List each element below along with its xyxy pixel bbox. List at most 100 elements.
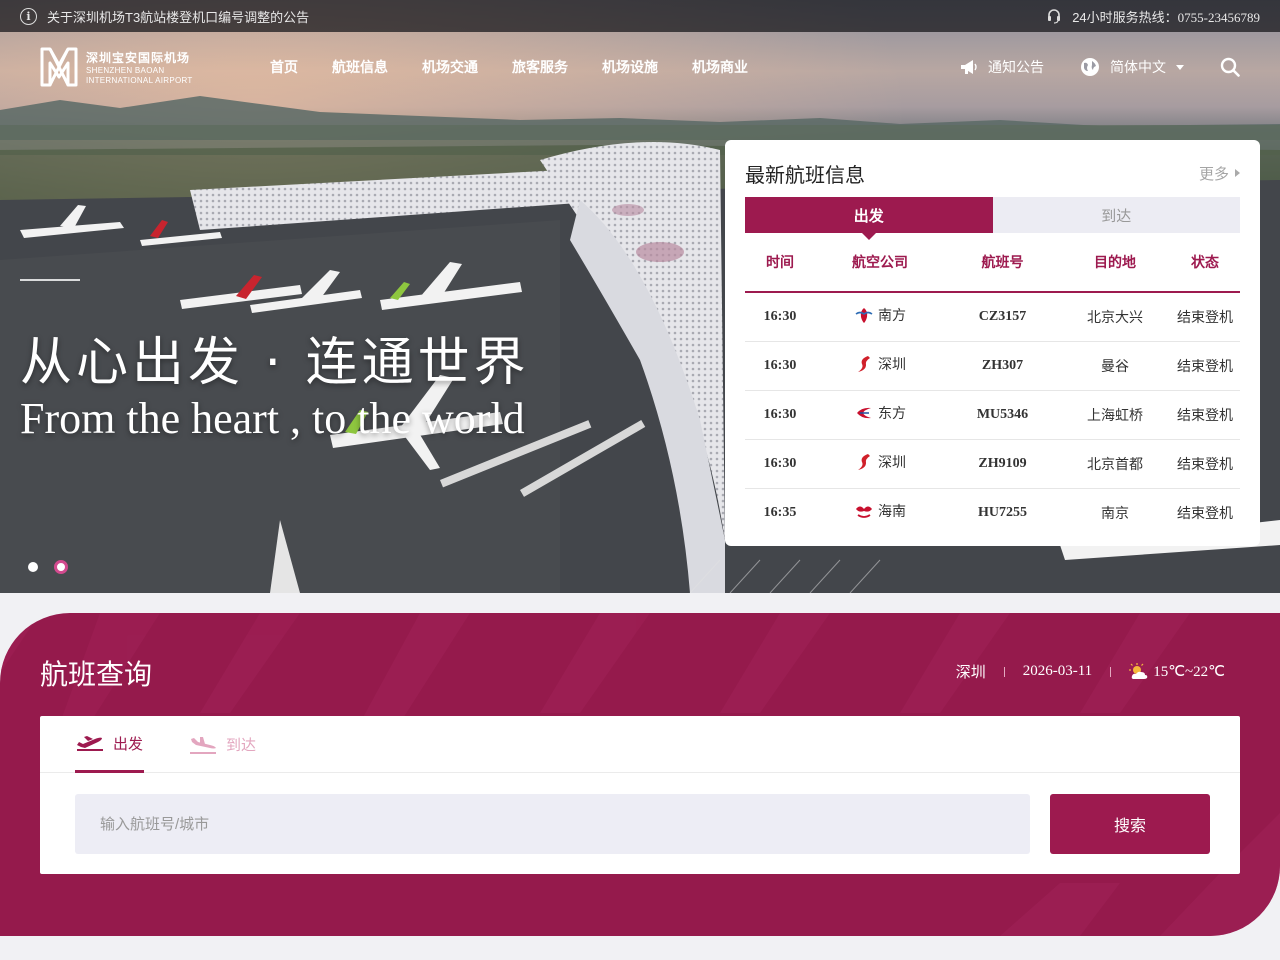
col-destination: 目的地	[1060, 233, 1170, 293]
flight-search-title: 航班查询	[40, 659, 153, 690]
search-tab-arrival[interactable]: 到达	[188, 716, 256, 773]
chevron-down-icon	[1176, 64, 1184, 70]
chevron-right-icon	[1235, 169, 1240, 177]
plane-arrival-icon	[190, 736, 216, 754]
flight-destination: 上海虹桥	[1060, 390, 1170, 440]
search-tab-arrival-label: 到达	[226, 737, 257, 754]
search-tab-departure[interactable]: 出发	[75, 716, 144, 773]
flight-status: 结束登机	[1170, 390, 1240, 440]
search-icon	[1220, 57, 1240, 77]
flight-time: 16:30	[745, 390, 815, 440]
airline-name: 深圳	[878, 454, 906, 470]
slogan-cn: 从心出发 · 连通世界	[20, 333, 530, 393]
flight-panel-tabs: 出发 到达	[745, 197, 1240, 240]
flight-number: CZ3157	[945, 292, 1060, 342]
flight-status: 结束登机	[1170, 439, 1240, 489]
nav-menu: 首页 航班信息 机场交通 旅客服务 机场设施 机场商业	[270, 57, 748, 77]
nav-item-home[interactable]: 首页	[270, 57, 298, 77]
search-button[interactable]	[1220, 57, 1240, 77]
carousel-dot-2[interactable]	[54, 560, 68, 574]
plane-departure-icon	[77, 736, 103, 751]
flight-search-section: 航班查询 深圳 2026-03-11 15℃~22℃ 出发 到达 输入航班号/城…	[0, 613, 1280, 936]
flight-time: 16:30	[745, 292, 815, 342]
date-label: 2026-03-11	[1022, 663, 1093, 679]
search-tab-departure-label: 出发	[113, 735, 144, 753]
globe-icon	[1081, 58, 1099, 76]
latest-flights-panel: 最新航班信息 更多 出发 到达 时间 航空公司 航班号 目的地 状态 16:30…	[725, 140, 1260, 546]
table-row[interactable]: 16:35 海南 HU7255 南京 结束登机	[745, 488, 1240, 537]
airline-name: 海南	[878, 503, 906, 520]
megaphone-icon	[961, 60, 977, 74]
col-airline: 航空公司	[815, 233, 945, 293]
col-flight-no: 航班号	[945, 233, 1060, 293]
logo-name-en-line2: INTERNATIONAL AIRPORT	[86, 75, 193, 85]
hotline-number: 0755-23456789	[1177, 9, 1260, 25]
tab-arrival[interactable]: 到达	[992, 197, 1240, 233]
shenzhen-airlines-logo-icon	[858, 356, 870, 372]
search-submit-button[interactable]: 搜索	[1050, 794, 1210, 854]
airport-logo[interactable]: 深圳宝安国际机场 SHENZHEN BAOAN INTERNATIONAL AI…	[40, 47, 270, 87]
logo-name-cn: 深圳宝安国际机场	[86, 50, 191, 65]
flight-search-card: 出发 到达 搜索	[40, 716, 1240, 874]
airline-name: 深圳	[878, 356, 906, 372]
flight-status: 结束登机	[1170, 292, 1240, 342]
flight-status: 结束登机	[1177, 504, 1233, 521]
notice-link[interactable]: 关于深圳机场T3航站楼登机口编号调整的公告	[47, 7, 309, 26]
carousel-dot-1[interactable]	[28, 562, 38, 572]
col-time: 时间	[745, 233, 815, 293]
slogan-divider	[20, 279, 80, 281]
language-label: 简体中文	[1110, 59, 1166, 75]
city-label: 深圳	[955, 664, 986, 681]
top-notice-bar: i 关于深圳机场T3航站楼登机口编号调整的公告 24小时服务热线：0755-23…	[0, 0, 1280, 32]
more-link[interactable]: 更多	[1199, 163, 1240, 184]
location-date-weather: 深圳 2026-03-11 15℃~22℃	[956, 661, 1225, 682]
hotline-label: 24小时服务热线：	[1072, 9, 1178, 25]
flight-time: 16:30	[745, 341, 815, 391]
logo-name-en-line1: SHENZHEN BAOAN	[86, 65, 165, 75]
china-eastern-logo-icon	[857, 407, 871, 419]
flight-number: ZH9109	[945, 439, 1060, 489]
table-row[interactable]: 16:30 南方 CZ3157 北京大兴 结束登机	[745, 292, 1240, 342]
more-label: 更多	[1198, 165, 1229, 183]
hainan-airlines-logo-icon	[856, 506, 872, 519]
shenzhen-airlines-logo-icon	[858, 454, 870, 470]
flight-number: MU5346	[945, 390, 1060, 440]
table-row[interactable]: 16:30 深圳 ZH9109 北京首都 结束登机	[745, 439, 1240, 489]
flight-number: HU7255	[978, 504, 1027, 520]
flight-status: 结束登机	[1170, 341, 1240, 391]
temperature-label: 15℃~22℃	[1153, 664, 1225, 680]
slogan-en: From the heart , to the world	[20, 394, 525, 443]
search-tabs: 出发 到达	[40, 716, 1240, 773]
info-icon: i	[20, 7, 37, 25]
nav-item-transport[interactable]: 机场交通	[422, 57, 478, 77]
flight-destination: 北京大兴	[1060, 292, 1170, 342]
notice-announcement-label: 通知公告	[988, 59, 1044, 75]
nav-item-passenger-service[interactable]: 旅客服务	[512, 57, 568, 77]
table-row[interactable]: 16:30 东方 MU5346 上海虹桥 结束登机	[745, 390, 1240, 440]
nav-item-flight-info[interactable]: 航班信息	[332, 57, 388, 77]
flight-destination: 北京首都	[1060, 439, 1170, 489]
nav-item-commerce[interactable]: 机场商业	[692, 57, 748, 77]
partly-cloudy-icon	[1129, 662, 1148, 679]
tab-departure[interactable]: 出发	[745, 197, 993, 240]
flight-number: ZH307	[945, 341, 1060, 391]
main-nav: 深圳宝安国际机场 SHENZHEN BAOAN INTERNATIONAL AI…	[0, 32, 1280, 102]
nav-item-facilities[interactable]: 机场设施	[602, 57, 658, 77]
headset-icon	[1048, 9, 1061, 24]
notice-announcement-link[interactable]: 通知公告	[960, 57, 1044, 77]
carousel-dots	[28, 560, 68, 574]
flight-time: 16:35	[763, 504, 797, 520]
airline-name: 南方	[878, 307, 906, 324]
latest-flights-title: 最新航班信息	[745, 164, 865, 187]
flight-destination: 曼谷	[1060, 341, 1170, 391]
airport-logo-mark-icon	[40, 47, 78, 87]
col-status: 状态	[1170, 233, 1240, 293]
china-southern-logo-icon	[855, 308, 873, 324]
flight-time: 16:30	[745, 439, 815, 489]
flight-search-input[interactable]	[75, 794, 1030, 854]
airline-name: 东方	[878, 405, 906, 421]
language-selector[interactable]: 简体中文	[1080, 57, 1184, 77]
flights-table: 时间 航空公司 航班号 目的地 状态 16:30 南方 CZ3157 北京大兴 …	[745, 233, 1240, 537]
flight-destination: 南京	[1101, 504, 1129, 521]
table-row[interactable]: 16:30 深圳 ZH307 曼谷 结束登机	[745, 341, 1240, 391]
